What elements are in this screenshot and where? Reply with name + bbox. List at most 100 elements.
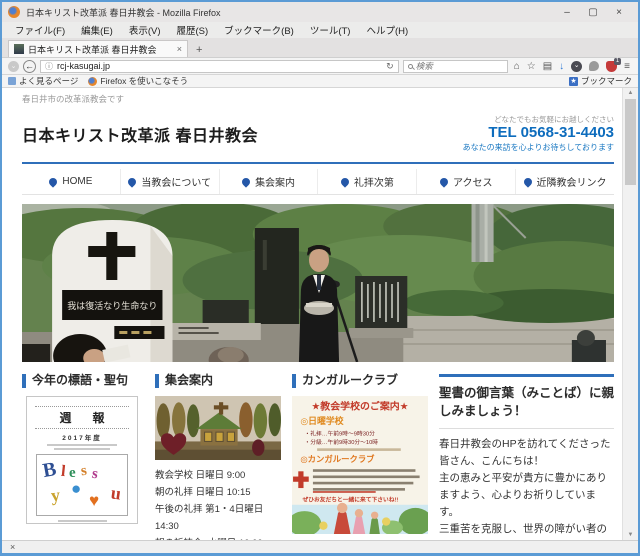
title-bar: 日本キリスト改革派 春日井教会 - Mozilla Firefox – ▢ × xyxy=(2,2,638,22)
pocket-icon[interactable]: ⌄ xyxy=(571,61,582,72)
active-tab[interactable]: 日本キリスト改革派 春日井教会 × xyxy=(8,40,188,57)
nav-leaf-icon xyxy=(48,176,59,187)
tab-title: 日本キリスト改革派 春日井教会 xyxy=(28,43,173,56)
schedule-row: 朝の祈祷会: 水曜日 10:00 xyxy=(155,535,281,540)
poster-note: ぜひお友だちと一緒に来て下さいね!! xyxy=(302,496,398,504)
site-title: 日本キリスト改革派 春日井教会 xyxy=(22,122,258,146)
navigation-toolbar: ⌄ ← ⓘ ↻ ⌂ ☆ ▤ ↓ ⌄ 1 ≡ xyxy=(2,57,638,75)
bulletin-year: 2017年度 xyxy=(33,432,131,442)
menu-history[interactable]: 履歴(S) xyxy=(169,22,215,38)
back-button[interactable]: ← xyxy=(23,60,36,73)
page-scrollbar[interactable]: ▲ ▼ xyxy=(622,88,638,540)
browser-window: 日本キリスト改革派 春日井教会 - Mozilla Firefox – ▢ × … xyxy=(0,0,640,556)
section-heading: 今年の標語・聖句 xyxy=(22,374,144,388)
meeting-schedule: 教会学校 日曜日 9:00 朝の礼拝 日曜日 10:15 午後の礼拝 第1・4日… xyxy=(155,467,281,540)
page-viewport: 春日井市の改革派教会です 日本キリスト改革派 春日井教会 どなたでもお気軽にお越… xyxy=(2,88,638,540)
tab-favicon xyxy=(14,44,24,54)
nav-about[interactable]: 当教会について xyxy=(120,169,219,194)
menu-help[interactable]: ヘルプ(H) xyxy=(359,22,415,38)
bookmark-star-icon[interactable]: ☆ xyxy=(527,61,536,72)
nav-leaf-icon xyxy=(240,176,251,187)
nav-home[interactable]: HOME xyxy=(22,169,120,194)
bookmark-firefox-help[interactable]: Firefox を使いこなそう xyxy=(88,75,188,87)
adblock-icon[interactable]: 1 xyxy=(606,61,617,72)
home-icon[interactable]: ⌂ xyxy=(514,61,520,72)
menu-tools[interactable]: ツール(T) xyxy=(303,22,358,38)
tab-close-icon[interactable]: × xyxy=(177,44,182,54)
bookmarks-icon: ★ xyxy=(569,77,578,86)
section-bible-message: 聖書の御言葉（みことば）に親しみましょう！ 春日井教会のHPを訪れてくださった皆… xyxy=(439,374,614,540)
url-input[interactable] xyxy=(57,61,382,71)
bookmarks-menu-button[interactable]: ★ ブックマーク xyxy=(569,75,632,87)
poster-section-kangaroo: ◎カンガルークラブ xyxy=(300,454,375,464)
leaf-art-image[interactable] xyxy=(155,396,281,460)
site-navigation: HOME 当教会について 集会案内 礼拝次第 アクセス 近隣教会リンク xyxy=(22,169,614,195)
reload-icon[interactable]: ↻ xyxy=(386,61,394,72)
addon-icon[interactable] xyxy=(589,61,599,71)
page-actions-icon[interactable]: ⌄ xyxy=(8,61,19,72)
find-bar: × xyxy=(2,540,638,553)
circle-art: ● xyxy=(71,479,81,499)
nav-access[interactable]: アクセス xyxy=(416,169,515,194)
folder-icon xyxy=(8,77,16,85)
nav-leaf-icon xyxy=(127,176,138,187)
search-icon xyxy=(408,64,413,69)
bible-paragraph: 三重苦を克服し、世界の障がい者の希望の光となった、かのヘレン・ケラーは、来日した… xyxy=(439,521,614,540)
contact-note-bottom: あなたの来訪を心よりお待ちしております xyxy=(463,143,614,153)
bookmarks-bar: よく見るページ Firefox を使いこなそう ★ ブックマーク xyxy=(2,75,638,88)
scroll-down-icon[interactable]: ▼ xyxy=(623,532,638,538)
findbar-close-icon[interactable]: × xyxy=(10,542,15,552)
scrollbar-thumb[interactable] xyxy=(625,99,636,185)
poster-line: ・礼拝…午前9時～9時30分 xyxy=(305,430,376,438)
section-heading: 集会案内 xyxy=(155,374,281,388)
downloads-icon[interactable]: ↓ xyxy=(559,61,564,72)
poster-line: ・分級…午前9時30分～10時 xyxy=(305,438,379,446)
bookmark-frequent[interactable]: よく見るページ xyxy=(8,75,78,87)
heart-art: ♥ xyxy=(89,491,99,511)
contact-block: どなたでもお気軽にお越しください TEL 0568-31-4403 あなたの来訪… xyxy=(463,115,614,153)
window-title: 日本キリスト改革派 春日井教会 - Mozilla Firefox xyxy=(26,6,554,19)
section-kangaroo-club: カンガルークラブ ★教会学校のご案内★ ◎日曜学校 ・礼拝…午前9時～9時30分… xyxy=(292,374,428,540)
menu-view[interactable]: 表示(V) xyxy=(122,22,168,38)
search-input[interactable] xyxy=(416,61,503,71)
monument-inscription: 我は復活なり生命なり xyxy=(67,300,157,311)
nav-church-links[interactable]: 近隣教会リンク xyxy=(515,169,614,194)
bulletin-artwork: B l e s s y ● u ♥ xyxy=(36,454,128,516)
nav-leaf-icon xyxy=(522,176,533,187)
nav-leaf-icon xyxy=(438,176,449,187)
tab-bar: 日本キリスト改革派 春日井教会 × + xyxy=(2,38,638,57)
nav-leaf-icon xyxy=(339,176,350,187)
site-info-icon[interactable]: ⓘ xyxy=(45,61,53,72)
section-heading: カンガルークラブ xyxy=(292,374,428,388)
section-motto: 今年の標語・聖句 週 報 2017年度 B l e s s xyxy=(22,374,144,540)
menu-file[interactable]: ファイル(F) xyxy=(8,22,72,38)
scroll-up-icon[interactable]: ▲ xyxy=(623,90,638,96)
schedule-row: 午後の礼拝 第1・4日曜日 14:30 xyxy=(155,501,281,535)
library-icon[interactable]: ▤ xyxy=(543,61,552,72)
bulletin-title: 週 報 xyxy=(33,409,131,426)
url-bar[interactable]: ⓘ ↻ xyxy=(40,60,399,73)
kangaroo-club-poster[interactable]: ★教会学校のご案内★ ◎日曜学校 ・礼拝…午前9時～9時30分 ・分級…午前9時… xyxy=(292,396,428,534)
firefox-icon xyxy=(88,77,97,86)
maximize-button[interactable]: ▢ xyxy=(580,7,606,18)
close-button[interactable]: × xyxy=(606,7,632,18)
menu-bar: ファイル(F) 編集(E) 表示(V) 履歴(S) ブックマーク(B) ツール(… xyxy=(2,22,638,38)
nav-meetings[interactable]: 集会案内 xyxy=(219,169,318,194)
hamburger-menu-icon[interactable]: ≡ xyxy=(624,61,630,72)
schedule-row: 朝の礼拝 日曜日 10:15 xyxy=(155,484,281,501)
poster-section-sunday-school: ◎日曜学校 xyxy=(300,415,343,426)
adblock-badge: 1 xyxy=(614,58,621,65)
section-heading: 聖書の御言葉（みことば）に親しみましょう！ xyxy=(439,384,614,429)
new-tab-button[interactable]: + xyxy=(188,44,210,57)
menu-edit[interactable]: 編集(E) xyxy=(74,22,120,38)
minimize-button[interactable]: – xyxy=(554,7,580,18)
site-tagline: 春日井市の改革派教会です xyxy=(22,88,614,105)
section-meetings: 集会案内 xyxy=(155,374,281,540)
phone-number: TEL 0568-31-4403 xyxy=(463,124,614,143)
search-bar[interactable] xyxy=(403,60,508,73)
menu-bookmarks[interactable]: ブックマーク(B) xyxy=(217,22,301,38)
weekly-bulletin-image[interactable]: 週 報 2017年度 B l e s s y ● xyxy=(26,396,138,524)
site-header: 日本キリスト改革派 春日井教会 どなたでもお気軽にお越しください TEL 056… xyxy=(22,115,614,153)
contact-note-top: どなたでもお気軽にお越しください xyxy=(463,115,614,124)
nav-worship-order[interactable]: 礼拝次第 xyxy=(317,169,416,194)
